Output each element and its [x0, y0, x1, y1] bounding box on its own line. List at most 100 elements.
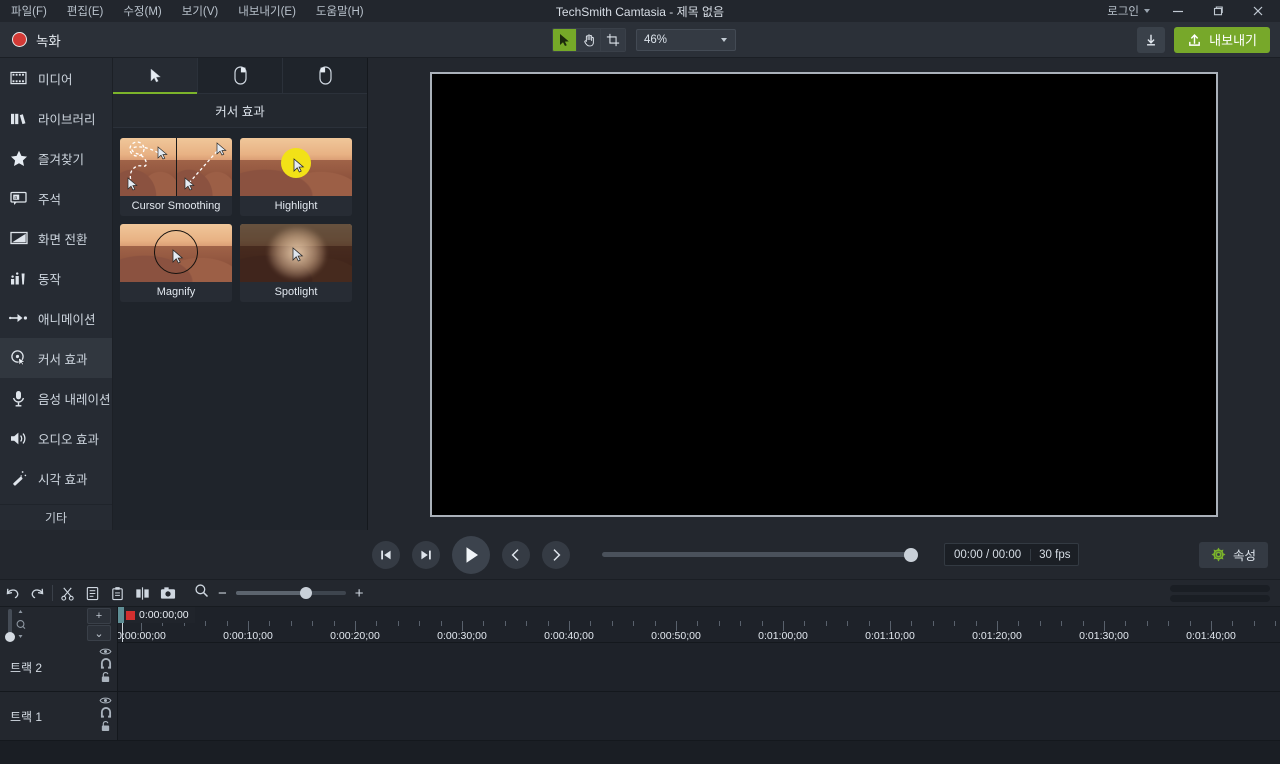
undo-button[interactable] — [0, 580, 25, 607]
sidebar-item-audio-effects[interactable]: 오디오 효과 — [0, 418, 112, 458]
tab-left-click[interactable] — [283, 58, 367, 93]
volume-slider-knob[interactable] — [904, 547, 918, 562]
menu-modify[interactable]: 수정(M) — [120, 0, 164, 22]
canvas-tools: 46% — [552, 27, 736, 52]
sidebar-other-button[interactable]: 기타 — [0, 504, 112, 530]
next-frame-icon — [421, 550, 431, 559]
ruler-tick-minor — [1275, 621, 1277, 626]
play-button[interactable] — [452, 535, 490, 574]
ruler-tick-minor — [440, 621, 442, 626]
play-icon — [466, 546, 478, 563]
lock-icon[interactable] — [100, 671, 111, 683]
timeline-zoom-slider[interactable] — [235, 587, 346, 599]
mouse-left-click-icon — [318, 66, 332, 85]
download-button[interactable] — [1137, 26, 1166, 53]
sidebar-label-visual-effects: 시각 효과 — [38, 472, 88, 487]
sidebar-item-behaviors[interactable]: 동작 — [0, 258, 112, 298]
playhead[interactable]: 0:00:00;00 — [118, 607, 195, 642]
crop-tool-button[interactable] — [601, 28, 625, 51]
menu-bar: 파일(F) 편집(E) 수정(M) 보기(V) 내보내기(E) 도움말(H) — [0, 0, 367, 22]
effect-card-cursor-smoothing[interactable]: Cursor Smoothing — [120, 138, 232, 216]
ruler-label: 0:01:00;00 — [758, 630, 808, 642]
timeline-scrollbar-bottom[interactable] — [1170, 594, 1270, 602]
menu-help[interactable]: 도움말(H) — [313, 0, 367, 22]
eye-icon[interactable] — [99, 696, 112, 705]
next-frame-button[interactable] — [412, 540, 440, 569]
login-button[interactable]: 로그인 — [1099, 0, 1158, 22]
split-icon — [136, 586, 149, 600]
add-track-button[interactable]: + — [87, 608, 111, 624]
sidebar-item-media[interactable]: 미디어 — [0, 58, 112, 98]
tab-cursor[interactable] — [113, 58, 198, 94]
track-icons-2 — [99, 647, 112, 683]
paste-button[interactable] — [105, 580, 130, 607]
split-button[interactable] — [130, 580, 155, 607]
canvas-area[interactable] — [368, 58, 1280, 530]
timeline: − + + ⌄ 트랙 2 트랙 1 0:00:00;00 0:00:10;00 … — [0, 580, 1280, 764]
sidebar-item-visual-effects[interactable]: 시각 효과 — [0, 458, 112, 498]
zoom-search-icon[interactable] — [194, 583, 209, 603]
next-marker-button[interactable] — [542, 540, 570, 569]
properties-button[interactable]: 속성 — [1198, 541, 1268, 568]
magnet-icon[interactable] — [100, 658, 112, 669]
effect-card-spotlight[interactable]: Spotlight — [240, 224, 352, 302]
ruler-tick-minor — [1039, 621, 1041, 626]
redo-button[interactable] — [25, 580, 50, 607]
sidebar-item-animations[interactable]: 애니메이션 — [0, 298, 112, 338]
snapshot-button[interactable] — [155, 580, 180, 607]
magnet-icon[interactable] — [100, 707, 112, 718]
tab-right-click[interactable] — [198, 58, 283, 93]
ruler-tick-minor — [954, 621, 956, 626]
close-button[interactable] — [1238, 0, 1278, 22]
sidebar-item-annotations[interactable]: a 주석 — [0, 178, 112, 218]
playhead-flag[interactable]: 0:00:00;00 — [118, 607, 195, 623]
prev-frame-button[interactable] — [372, 540, 400, 569]
maximize-button[interactable] — [1198, 0, 1238, 22]
vertical-zoom-slider[interactable] — [5, 609, 15, 642]
lock-icon[interactable] — [100, 720, 111, 732]
zoom-out-button[interactable]: − — [218, 586, 227, 601]
video-preview-frame[interactable] — [430, 71, 1218, 517]
zoom-in-button[interactable]: + — [355, 586, 364, 601]
zoom-level-select[interactable]: 46% — [636, 28, 736, 51]
export-button[interactable]: 내보내기 — [1174, 26, 1270, 53]
track-header-2[interactable]: 트랙 2 — [0, 643, 117, 692]
menu-view[interactable]: 보기(V) — [179, 0, 222, 22]
menu-file[interactable]: 파일(F) — [8, 0, 50, 22]
ruler-tick-minor — [226, 621, 228, 626]
select-tool-button[interactable] — [553, 28, 577, 51]
minimize-button[interactable] — [1158, 0, 1198, 22]
volume-slider[interactable] — [602, 547, 918, 562]
timeline-scrollbar-top[interactable] — [1170, 584, 1270, 592]
thumb-half-left — [120, 138, 176, 196]
timeline-tracks-area[interactable]: 0:00:00;00 0:00:10;00 0:00:20;00 0:00:30;00… — [118, 607, 1280, 741]
copy-button[interactable] — [80, 580, 105, 607]
menu-edit[interactable]: 편집(E) — [64, 0, 107, 22]
track-lane-2[interactable] — [118, 643, 1280, 692]
ruler-tick-minor — [740, 621, 742, 626]
track-lane-1[interactable] — [118, 692, 1280, 741]
hand-tool-button[interactable] — [577, 28, 601, 51]
sidebar-item-library[interactable]: 라이브러리 — [0, 98, 112, 138]
timeline-ruler[interactable]: 0:00:00;00 0:00:10;00 0:00:20;00 0:00:30;00… — [118, 607, 1280, 643]
prev-marker-button[interactable] — [502, 540, 530, 569]
sidebar-item-voice-narration[interactable]: 음성 내레이션 — [0, 378, 112, 418]
vertical-zoom-knob[interactable] — [5, 632, 15, 642]
ruler-tick-minor — [932, 621, 934, 626]
eye-icon[interactable] — [99, 647, 112, 656]
record-button[interactable]: 녹화 — [0, 22, 75, 58]
track-header-1[interactable]: 트랙 1 — [0, 692, 117, 741]
sidebar-item-cursor-effects[interactable]: 커서 효과 — [0, 338, 112, 378]
vertical-zoom-control[interactable] — [5, 609, 26, 642]
zoom-slider-knob[interactable] — [299, 587, 312, 599]
menu-export[interactable]: 내보내기(E) — [235, 0, 299, 22]
panel-tabs — [113, 58, 367, 94]
collapse-tracks-button[interactable]: ⌄ — [87, 625, 111, 641]
title-bar: 파일(F) 편집(E) 수정(M) 보기(V) 내보내기(E) 도움말(H) T… — [0, 0, 1280, 22]
effect-card-highlight[interactable]: Highlight — [240, 138, 352, 216]
crop-icon — [606, 33, 620, 46]
cut-button[interactable] — [55, 580, 80, 607]
sidebar-item-favorites[interactable]: 즐겨찾기 — [0, 138, 112, 178]
sidebar-item-transitions[interactable]: 화면 전환 — [0, 218, 112, 258]
effect-card-magnify[interactable]: Magnify — [120, 224, 232, 302]
